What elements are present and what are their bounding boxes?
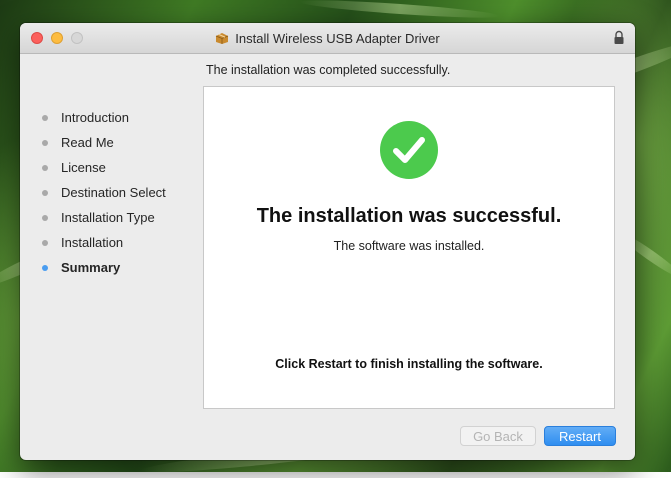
step-bullet	[42, 189, 48, 196]
current-step-bullet	[42, 264, 48, 271]
step-destination-select: Destination Select	[42, 180, 207, 205]
wallpaper-leaf-highlight	[299, 0, 501, 21]
success-subtext: The software was installed.	[333, 239, 485, 253]
step-bullet	[42, 214, 48, 221]
success-heading: The installation was successful.	[256, 205, 562, 227]
step-bullet	[42, 139, 48, 146]
window-title: Install Wireless USB Adapter Driver	[235, 30, 440, 46]
step-label: Installation	[61, 235, 124, 250]
step-license: License	[42, 155, 207, 180]
restart-instruction: Click Restart to finish installing the s…	[275, 357, 543, 371]
step-label: License	[61, 160, 106, 175]
step-label: Installation Type	[61, 210, 155, 225]
restart-button[interactable]: Restart	[544, 426, 616, 446]
step-label: Read Me	[61, 135, 114, 150]
step-label: Summary	[61, 260, 121, 275]
step-bullet	[42, 114, 48, 121]
step-read-me: Read Me	[42, 130, 207, 155]
step-bullet	[42, 164, 48, 171]
step-label: Introduction	[61, 110, 129, 125]
step-introduction: Introduction	[42, 105, 207, 130]
checkmark-icon	[380, 121, 438, 179]
package-icon	[216, 33, 229, 44]
installer-status-text: The installation was completed successfu…	[206, 63, 451, 77]
title-bar[interactable]: Install Wireless USB Adapter Driver	[20, 23, 635, 54]
step-label: Destination Select	[61, 185, 166, 200]
go-back-button[interactable]: Go Back	[460, 426, 536, 446]
summary-panel: The installation was successful. The sof…	[203, 86, 615, 409]
installer-steps-sidebar: Introduction Read Me License Destination…	[42, 105, 207, 280]
step-bullet	[42, 239, 48, 246]
step-installation: Installation	[42, 230, 207, 255]
step-installation-type: Installation Type	[42, 205, 207, 230]
step-summary: Summary	[42, 255, 207, 280]
window-title-group: Install Wireless USB Adapter Driver	[20, 23, 635, 53]
lock-icon[interactable]	[613, 30, 625, 45]
installer-window: Install Wireless USB Adapter Driver The …	[20, 23, 635, 460]
